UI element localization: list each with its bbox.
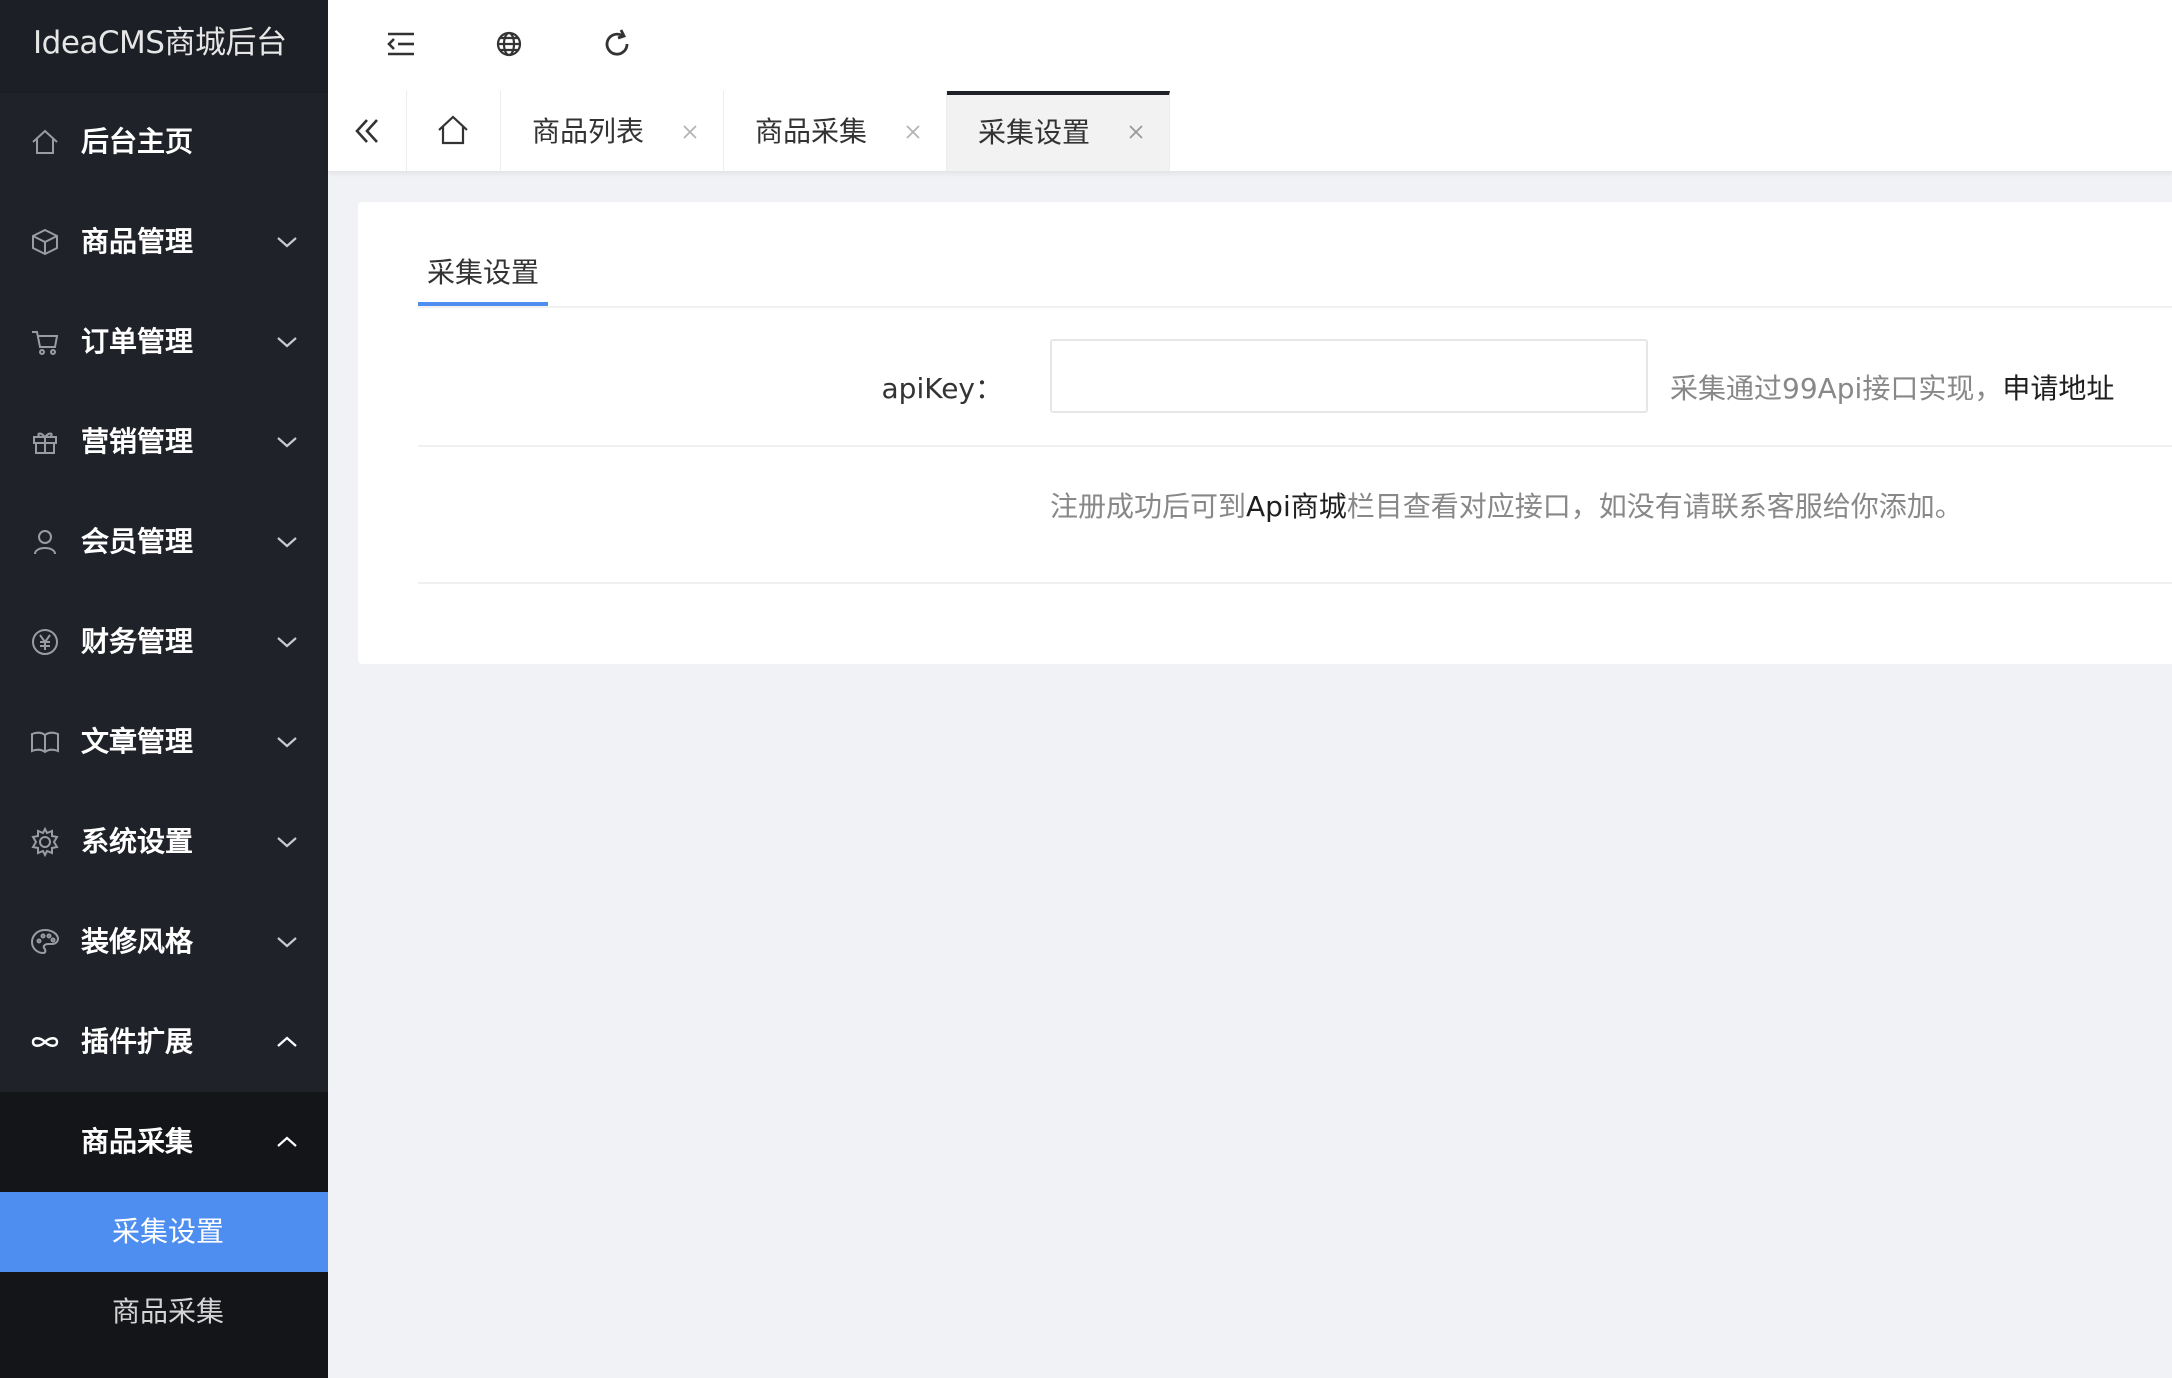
tab-label: 商品列表 — [532, 115, 645, 148]
tab-collect-settings[interactable]: 采集设置 — [947, 91, 1170, 171]
home-icon — [438, 115, 468, 145]
chevron-down-icon — [277, 637, 297, 648]
user-icon — [34, 530, 56, 555]
sidebar-item-label: 商品管理 — [81, 225, 194, 258]
tab-bar: 商品列表 商品采集 采集设置 — [328, 91, 2172, 172]
top-header — [328, 0, 2172, 92]
tab-home[interactable] — [407, 91, 501, 171]
refresh-icon[interactable] — [600, 27, 634, 61]
book-icon — [31, 731, 59, 754]
row-divider — [418, 582, 2172, 584]
chevron-down-icon — [277, 937, 297, 948]
api-mall-text: Api商城 — [1246, 490, 1347, 523]
sidebar-item-label: 装修风格 — [81, 925, 194, 958]
card-tab-collect-settings[interactable]: 采集设置 — [418, 244, 548, 306]
sidebar-item-articles[interactable]: 文章管理 — [0, 692, 328, 792]
sidebar-item-label: 文章管理 — [81, 725, 194, 758]
chevron-down-icon — [277, 437, 297, 448]
sidebar-item-label: 营销管理 — [81, 425, 194, 458]
gift-icon — [33, 432, 57, 454]
tab-product-collect[interactable]: 商品采集 — [724, 91, 947, 171]
globe-icon[interactable] — [492, 27, 526, 61]
tab-scroll-left-button[interactable] — [328, 91, 407, 171]
app-logo-title[interactable]: IdeaCMS商城后台 — [0, 0, 328, 91]
close-icon[interactable] — [1127, 123, 1145, 141]
sidebar-subitem-collect-settings[interactable]: 采集设置 — [0, 1192, 328, 1272]
sidebar-item-label: 插件扩展 — [81, 1025, 194, 1058]
plugin-icon — [31, 1037, 59, 1047]
hint-text: 采集通过99Api接口实现， — [1670, 372, 2003, 405]
sidebar-subitem-label: 商品采集 — [112, 1295, 225, 1328]
chevron-up-icon — [277, 1036, 297, 1047]
box-icon — [32, 228, 58, 256]
double-chevron-left-icon — [355, 119, 378, 143]
sidebar-subgroup-collect[interactable]: 商品采集 — [0, 1092, 328, 1192]
apikey-input[interactable] — [1050, 339, 1648, 413]
sidebar-subgroup-label: 商品采集 — [81, 1125, 194, 1158]
close-icon[interactable] — [904, 123, 922, 141]
row-divider — [418, 445, 2172, 447]
tab-label: 采集设置 — [978, 116, 1091, 149]
chevron-down-icon — [277, 237, 297, 248]
tab-label: 商品采集 — [755, 115, 868, 148]
sidebar-item-members[interactable]: 会员管理 — [0, 492, 328, 592]
sidebar-item-products[interactable]: 商品管理 — [0, 192, 328, 292]
sidebar-item-label: 财务管理 — [81, 625, 194, 658]
tab-divider — [418, 306, 2172, 308]
home-icon — [32, 129, 58, 154]
chevron-down-icon — [277, 837, 297, 848]
tab-product-list[interactable]: 商品列表 — [501, 91, 724, 171]
sidebar-item-finance[interactable]: 财务管理 — [0, 592, 328, 692]
apikey-hint: 采集通过99Api接口实现，申请地址 — [1670, 338, 2114, 440]
register-note: 注册成功后可到Api商城栏目查看对应接口，如没有请联系客服给你添加。 — [1050, 452, 1963, 562]
sidebar-item-orders[interactable]: 订单管理 — [0, 292, 328, 392]
note-suffix: 栏目查看对应接口，如没有请联系客服给你添加。 — [1346, 490, 1963, 523]
chevron-down-icon — [277, 337, 297, 348]
sidebar-item-settings[interactable]: 系统设置 — [0, 792, 328, 892]
note-prefix: 注册成功后可到 — [1050, 490, 1247, 523]
yen-icon — [32, 629, 58, 655]
menu-fold-icon[interactable] — [384, 27, 418, 61]
sidebar-item-label: 后台主页 — [81, 125, 194, 158]
sidebar-item-label: 系统设置 — [81, 825, 194, 858]
sidebar-item-marketing[interactable]: 营销管理 — [0, 392, 328, 492]
sidebar-item-label: 订单管理 — [81, 325, 194, 358]
sidebar-subitem-collect-products[interactable]: 商品采集 — [0, 1272, 328, 1378]
close-icon[interactable] — [681, 123, 699, 141]
palette-icon — [30, 928, 60, 955]
sidebar-subitem-label: 采集设置 — [112, 1215, 225, 1248]
chevron-down-icon — [277, 737, 297, 748]
chevron-down-icon — [277, 537, 297, 548]
cart-icon — [32, 331, 59, 355]
sidebar-item-label: 会员管理 — [81, 525, 194, 558]
chevron-up-icon — [277, 1136, 297, 1147]
apply-link[interactable]: 申请地址 — [2002, 372, 2114, 405]
sidebar-item-home[interactable]: 后台主页 — [0, 92, 328, 192]
sidebar: IdeaCMS商城后台 后台主页 商品管理 订单管理 营销管理 会员管理 财务管… — [0, 0, 328, 1378]
settings-card: 采集设置 apiKey： 采集通过99Api接口实现，申请地址 注册成功后可到A… — [358, 202, 2172, 664]
gear-icon — [31, 827, 59, 857]
apikey-label: apiKey： — [881, 372, 1003, 405]
sidebar-item-plugins[interactable]: 插件扩展 — [0, 992, 328, 1092]
sidebar-item-theme[interactable]: 装修风格 — [0, 892, 328, 992]
